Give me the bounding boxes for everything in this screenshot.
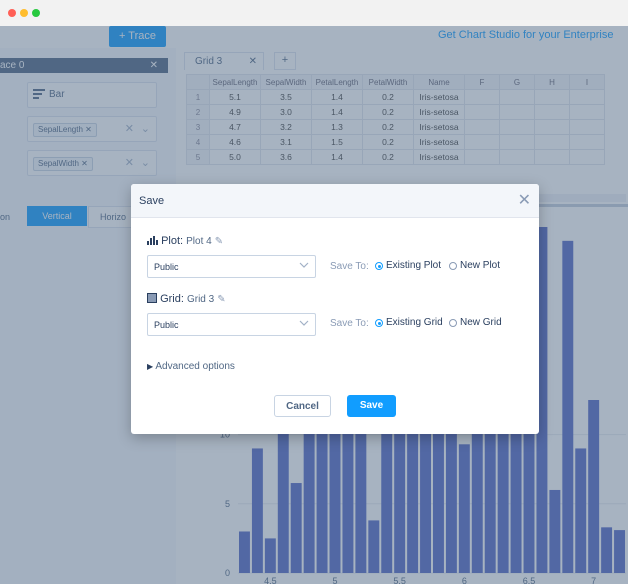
plot-row-label: Plot: Plot 4 ✎ (147, 235, 223, 247)
close-icon[interactable]: ✕ (518, 190, 531, 210)
pencil-icon[interactable]: ✎ (217, 294, 225, 305)
chevron-down-icon (299, 260, 309, 273)
plot-label: Plot: (161, 235, 184, 247)
dialog-header: Save ✕ (131, 184, 539, 218)
plot-privacy-value: Public (154, 262, 179, 272)
chevron-down-icon (299, 318, 309, 331)
existing-grid-label[interactable]: Existing Grid (386, 317, 443, 328)
plot-name: Plot 4 (186, 236, 212, 247)
cancel-button[interactable]: Cancel (274, 395, 331, 417)
save-dialog: Save ✕ Plot: Plot 4 ✎ Public Save To: Ex… (131, 184, 539, 434)
grid-label: Grid: (160, 293, 184, 305)
grid-row-label: Grid: Grid 3 ✎ (147, 293, 226, 305)
save-button[interactable]: Save (347, 395, 396, 417)
existing-plot-radio[interactable] (375, 262, 383, 270)
advanced-options-toggle[interactable]: ▶ Advanced options (147, 361, 235, 372)
window-titlebar (0, 0, 628, 27)
grid-icon (147, 293, 160, 305)
grid-save-to-label: Save To: (330, 318, 369, 329)
grid-privacy-select[interactable]: Public (147, 313, 316, 336)
dialog-title: Save (139, 195, 165, 207)
plot-icon (147, 235, 161, 247)
plot-privacy-select[interactable]: Public (147, 255, 316, 278)
close-window-dot[interactable] (8, 9, 16, 17)
maximize-window-dot[interactable] (32, 9, 40, 17)
new-plot-radio[interactable] (449, 262, 457, 270)
new-grid-label[interactable]: New Grid (460, 317, 502, 328)
plot-save-to-label: Save To: (330, 261, 369, 272)
grid-name: Grid 3 (186, 294, 215, 305)
advanced-options-label: Advanced options (155, 361, 235, 372)
grid-privacy-value: Public (154, 320, 179, 330)
existing-grid-radio[interactable] (375, 319, 383, 327)
minimize-window-dot[interactable] (20, 9, 28, 17)
new-grid-radio[interactable] (449, 319, 457, 327)
existing-plot-label[interactable]: Existing Plot (386, 260, 441, 271)
new-plot-label[interactable]: New Plot (460, 260, 500, 271)
caret-right-icon: ▶ (147, 362, 154, 371)
pencil-icon[interactable]: ✎ (215, 236, 223, 247)
